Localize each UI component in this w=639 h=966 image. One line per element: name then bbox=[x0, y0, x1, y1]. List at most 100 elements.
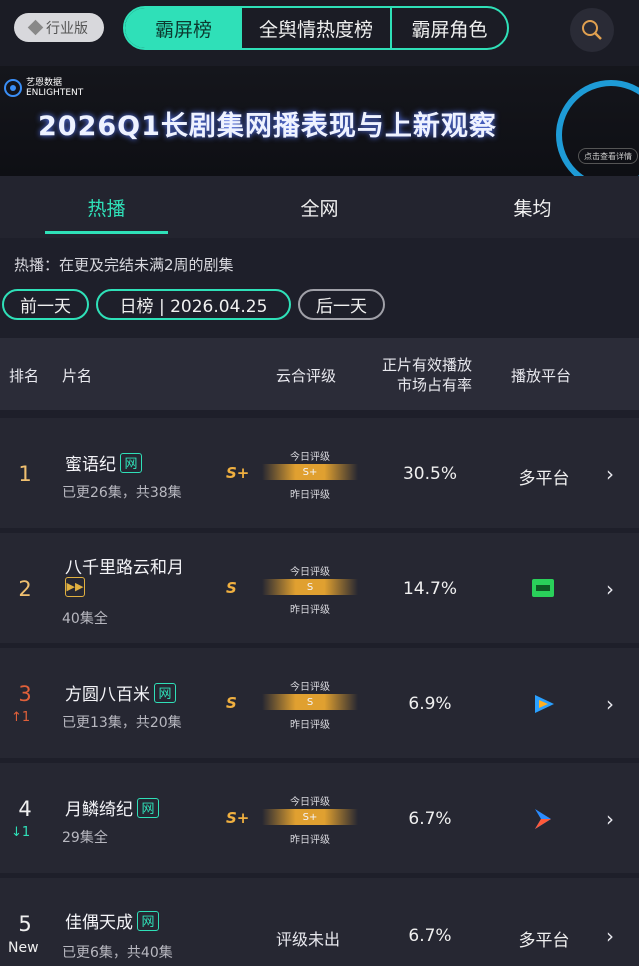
chevron-right-icon[interactable]: › bbox=[606, 807, 614, 831]
fast-forward-icon: ▶▶ bbox=[65, 576, 85, 597]
today-rating-label: 今日评级 bbox=[290, 452, 330, 463]
platform-label: 多平台 bbox=[518, 931, 570, 951]
rank-number: 1 bbox=[18, 462, 32, 486]
web-drama-badge: 网 bbox=[154, 682, 176, 703]
enlightent-logo: 艺恩数据 ENLIGHTENT bbox=[4, 78, 83, 98]
episode-info: 已更13集，共20集 bbox=[62, 715, 182, 731]
rating-gauge: 今日评级 S+ 昨日评级 bbox=[262, 446, 358, 501]
segment-bapingbang[interactable]: 霸屏榜 bbox=[125, 8, 242, 48]
rating-bar: S+ bbox=[262, 809, 358, 825]
grade-label: S bbox=[226, 579, 237, 597]
rating-gauge: 今日评级 S 昨日评级 bbox=[262, 676, 358, 731]
yesterday-rating-label: 昨日评级 bbox=[290, 720, 330, 731]
drama-title: 月鳞绮纪网 bbox=[65, 795, 159, 820]
date-selector[interactable]: 日榜 | 2026.04.25 bbox=[96, 289, 291, 320]
market-share: 14.7% bbox=[402, 579, 457, 599]
col-share-line2: 市场占有率 bbox=[397, 376, 473, 394]
col-share-line1: 正片有效播放 bbox=[382, 356, 473, 374]
episode-info: 29集全 bbox=[62, 830, 108, 846]
rank-change-down: ↓1 bbox=[11, 825, 31, 840]
table-header: 排名 片名 云合评级 正片有效播放 市场占有率 播放平台 bbox=[0, 338, 639, 410]
rank-number: 5 bbox=[18, 912, 32, 936]
search-button[interactable] bbox=[570, 8, 614, 52]
drama-title-text: 佳偶天成 bbox=[65, 913, 133, 933]
today-rating-label: 今日评级 bbox=[290, 797, 330, 808]
drama-title-text: 月鳞绮纪 bbox=[65, 800, 133, 820]
yesterday-rating-label: 昨日评级 bbox=[290, 605, 330, 616]
today-rating-label: 今日评级 bbox=[290, 567, 330, 578]
col-rating: 云合评级 bbox=[276, 367, 337, 385]
rating-pending: 评级未出 bbox=[276, 930, 341, 949]
yesterday-rating-label: 昨日评级 bbox=[290, 835, 330, 846]
next-day-button[interactable]: 后一天 bbox=[298, 289, 385, 320]
logo-cn: 艺恩数据 bbox=[26, 78, 63, 88]
table-row[interactable]: 1 蜜语纪网 已更26集，共38集 S+ 今日评级 S+ 昨日评级 30.5% … bbox=[0, 418, 639, 528]
rank-number: 4 bbox=[18, 797, 32, 821]
rating-gauge: 今日评级 S+ 昨日评级 bbox=[262, 791, 358, 846]
segment-heat[interactable]: 全舆情热度榜 bbox=[242, 8, 392, 48]
drama-title-text: 方圆八百米 bbox=[65, 685, 150, 705]
web-drama-badge: 网 bbox=[137, 797, 159, 818]
rating-gauge: 今日评级 S 昨日评级 bbox=[262, 561, 358, 616]
rating-bar: S bbox=[262, 694, 358, 710]
prev-day-button[interactable]: 前一天 bbox=[2, 289, 89, 320]
ranking-segment: 霸屏榜 全舆情热度榜 霸屏角色 bbox=[123, 6, 509, 50]
rating-bar: S bbox=[262, 579, 358, 595]
market-share: 6.7% bbox=[408, 809, 452, 829]
youku-icon bbox=[532, 807, 554, 835]
episode-info: 40集全 bbox=[62, 611, 108, 627]
episode-info: 已更26集，共38集 bbox=[62, 485, 182, 501]
table-row[interactable]: 3 ↑1 方圆八百米网 已更13集，共20集 S 今日评级 S 昨日评级 6.9… bbox=[0, 648, 639, 758]
rank-number: 3 bbox=[18, 682, 32, 706]
today-rating-label: 今日评级 bbox=[290, 682, 330, 693]
table-row[interactable]: 4 ↓1 月鳞绮纪网 29集全 S+ 今日评级 S+ 昨日评级 6.7% › bbox=[0, 763, 639, 873]
new-entry-label: New bbox=[8, 940, 39, 956]
banner-title: 2026Q1长剧集网播表现与上新观察 bbox=[38, 111, 497, 142]
tab-bar: 热播 全网 集均 bbox=[0, 176, 639, 238]
chevron-right-icon[interactable]: › bbox=[606, 462, 614, 486]
rating-bar: S+ bbox=[262, 464, 358, 480]
col-platform: 播放平台 bbox=[511, 367, 572, 385]
logo-icon bbox=[4, 79, 22, 97]
chevron-right-icon[interactable]: › bbox=[606, 577, 614, 601]
segment-role[interactable]: 霸屏角色 bbox=[392, 8, 507, 48]
tab-per-episode[interactable]: 集均 bbox=[426, 176, 639, 238]
market-share: 6.7% bbox=[408, 926, 452, 946]
edition-switch[interactable]: 行业版 bbox=[14, 13, 104, 42]
table-row[interactable]: 2 八千里路云和月 ▶▶ 40集全 S 今日评级 S 昨日评级 14.7% › bbox=[0, 533, 639, 643]
search-icon bbox=[582, 20, 602, 40]
grade-label: S bbox=[226, 694, 237, 712]
edition-label: 行业版 bbox=[46, 20, 88, 37]
drama-title: 方圆八百米网 bbox=[65, 680, 176, 705]
tencent-video-icon bbox=[532, 693, 556, 719]
episode-info: 已更6集，共40集 bbox=[62, 945, 173, 961]
promo-banner[interactable]: 艺恩数据 ENLIGHTENT 2026Q1长剧集网播表现与上新观察 点击查看详情 bbox=[0, 66, 639, 176]
tab-hot[interactable]: 热播 bbox=[0, 176, 213, 238]
exclusive-badge: ▶▶ bbox=[65, 575, 85, 597]
definition-note: 热播：在更及完结未满2周的剧集 bbox=[14, 256, 234, 274]
grade-label: S+ bbox=[226, 464, 250, 482]
rank-change-up: ↑1 bbox=[11, 710, 31, 725]
chevron-right-icon[interactable]: › bbox=[606, 924, 614, 948]
table-row[interactable]: 5 New 佳偶天成网 已更6集，共40集 评级未出 6.7% 多平台 › bbox=[0, 878, 639, 966]
iqiyi-icon bbox=[532, 579, 554, 601]
drama-title: 佳偶天成网 bbox=[65, 908, 159, 933]
grade-label: S+ bbox=[226, 809, 250, 827]
yesterday-rating-label: 昨日评级 bbox=[290, 490, 330, 501]
market-share: 6.9% bbox=[408, 694, 452, 714]
tab-all-network[interactable]: 全网 bbox=[213, 176, 426, 238]
top-bar: 行业版 霸屏榜 全舆情热度榜 霸屏角色 bbox=[0, 0, 639, 66]
diamond-icon bbox=[27, 19, 44, 36]
drama-title: 蜜语纪网 bbox=[65, 450, 142, 475]
market-share: 30.5% bbox=[402, 464, 457, 484]
rank-number: 2 bbox=[18, 577, 32, 601]
col-rank: 排名 bbox=[9, 367, 40, 385]
platform-label: 多平台 bbox=[518, 469, 570, 489]
banner-cta[interactable]: 点击查看详情 bbox=[578, 148, 638, 164]
logo-en: ENLIGHTENT bbox=[26, 88, 84, 98]
web-drama-badge: 网 bbox=[137, 910, 159, 931]
chevron-right-icon[interactable]: › bbox=[606, 692, 614, 716]
col-title: 片名 bbox=[62, 367, 93, 385]
drama-title-text: 蜜语纪 bbox=[65, 455, 116, 475]
web-drama-badge: 网 bbox=[120, 452, 142, 473]
